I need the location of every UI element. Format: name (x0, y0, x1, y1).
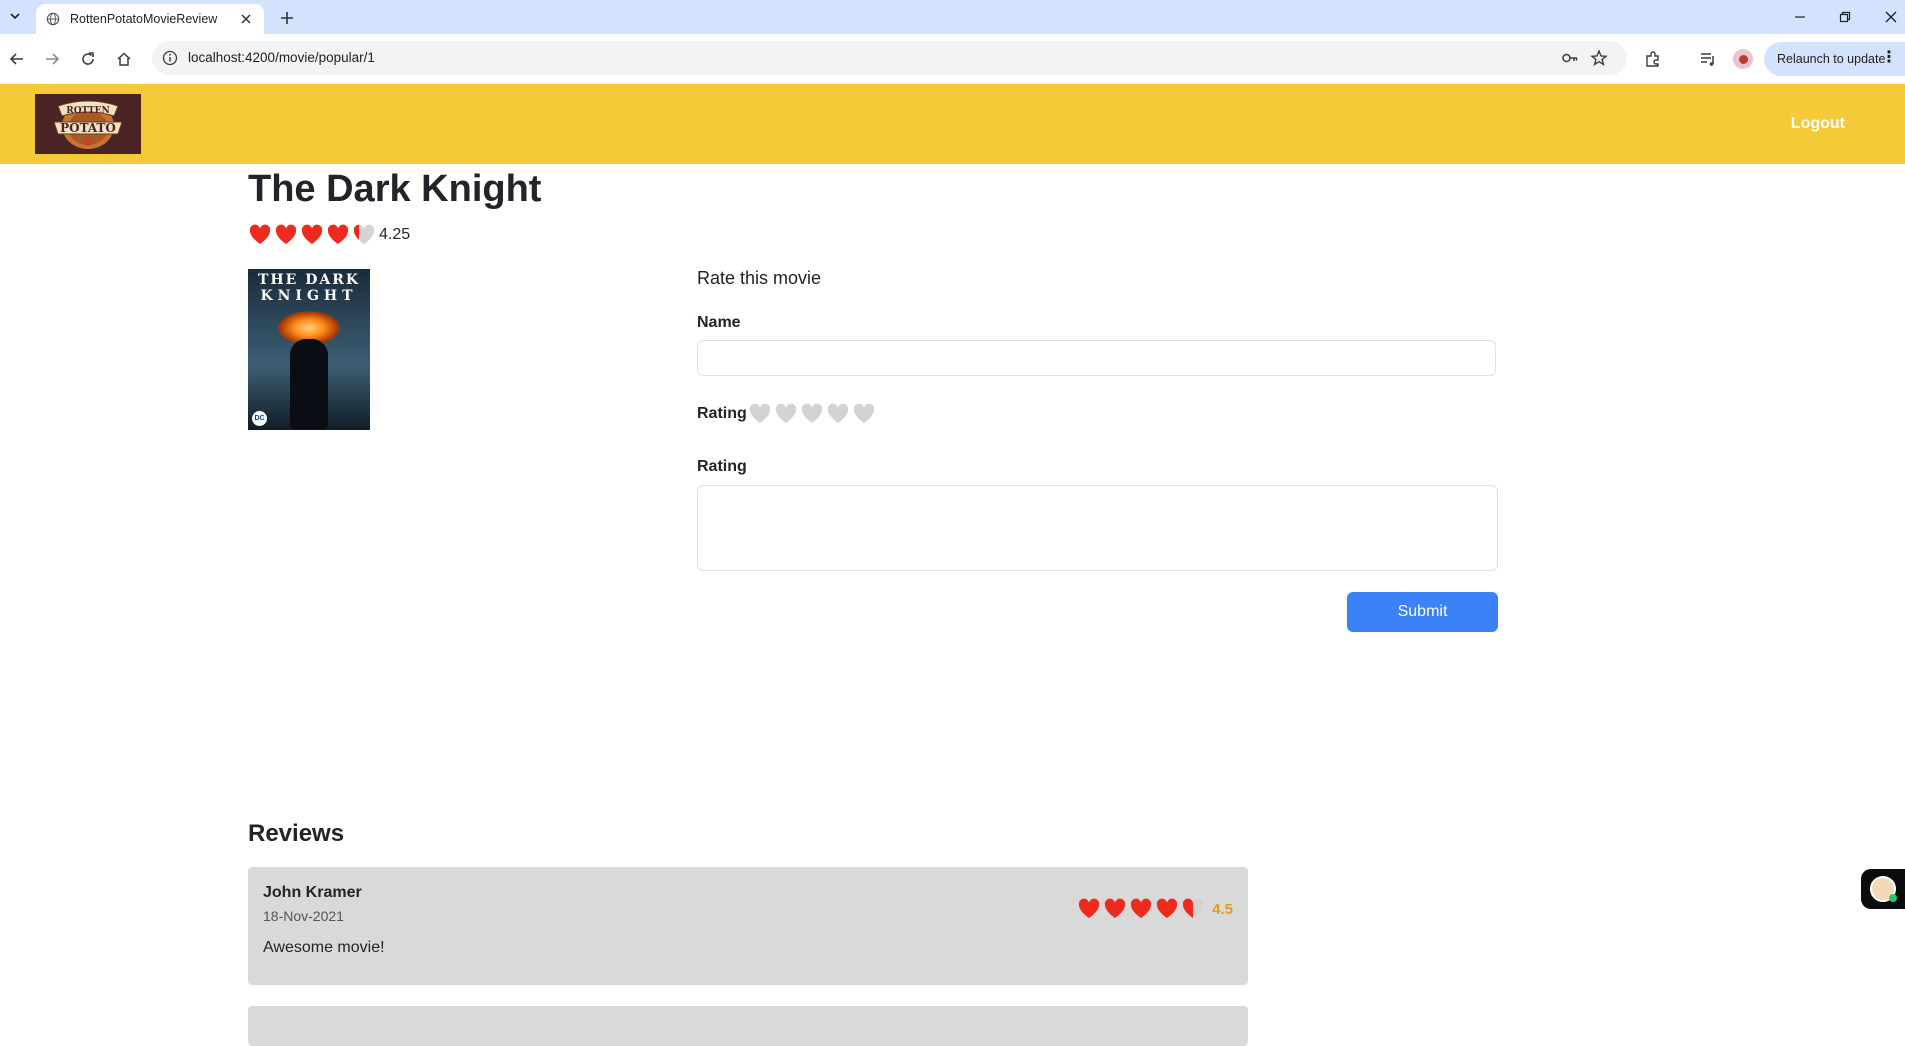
review-rating-hearts (1076, 897, 1206, 921)
reviewer-name: John Kramer (263, 884, 362, 901)
heart-icon[interactable] (851, 402, 877, 426)
more-menu-icon[interactable]: ⋮ (1881, 50, 1897, 66)
close-tab-icon[interactable] (236, 9, 256, 29)
review-card: John Kramer 18-Nov-2021 Awesome movie! 4… (248, 867, 1248, 985)
browser-toolbar: localhost:4200/movie/popular/1 Relaunch … (0, 34, 1905, 84)
name-input[interactable] (697, 340, 1496, 376)
assistant-avatar-icon (1870, 876, 1897, 902)
tab-title: RottenPotatoMovieReview (70, 12, 218, 26)
poster-title-line2: KNIGHT (260, 288, 358, 304)
review-textarea[interactable] (697, 485, 1498, 571)
review-label: Rating (697, 458, 747, 475)
extensions-puzzle-icon[interactable] (1642, 48, 1664, 70)
average-rating-hearts (247, 223, 377, 247)
restore-window-icon[interactable] (1835, 8, 1855, 26)
relaunch-to-update-button[interactable]: Relaunch to update ⋮ (1764, 42, 1905, 76)
close-window-icon[interactable] (1881, 8, 1901, 26)
rating-input-row: Rating (697, 402, 877, 426)
relaunch-label: Relaunch to update (1777, 52, 1886, 66)
globe-icon (46, 12, 60, 26)
potato-logo-icon: ROTTEN POTATO (53, 100, 123, 149)
heart-icon (1156, 898, 1178, 918)
poster-figure (290, 339, 328, 429)
heart-icon[interactable] (825, 402, 851, 426)
forward-arrow-icon[interactable] (38, 45, 66, 73)
heart-icon (1182, 898, 1204, 918)
name-label: Name (697, 314, 741, 331)
back-arrow-icon[interactable] (3, 45, 31, 73)
floating-assistant-button[interactable] (1861, 869, 1905, 909)
average-rating-value: 4.25 (379, 226, 411, 243)
bookmark-star-icon[interactable] (1590, 49, 1608, 67)
heart-icon[interactable] (747, 402, 773, 426)
review-card (248, 1006, 1248, 1046)
heart-icon (275, 224, 297, 244)
new-tab-plus-icon[interactable] (276, 7, 298, 29)
svg-text:ROTTEN: ROTTEN (66, 106, 109, 116)
reviews-heading: Reviews (248, 820, 345, 847)
svg-text:POTATO: POTATO (60, 121, 116, 135)
heart-icon[interactable] (799, 402, 825, 426)
password-key-icon[interactable] (1561, 49, 1579, 67)
review-rating: 4.5 (1076, 897, 1233, 921)
url-text: localhost:4200/movie/popular/1 (188, 50, 375, 65)
heart-icon (301, 224, 323, 244)
app-navbar: ROTTEN POTATO Logout (0, 84, 1905, 164)
minimize-window-icon[interactable] (1790, 8, 1810, 26)
site-info-icon[interactable] (162, 50, 178, 66)
heart-icon[interactable] (773, 402, 799, 426)
movie-poster: THE DARK KNIGHT DC (248, 269, 370, 430)
rating-label: Rating (697, 405, 747, 422)
heart-icon (353, 224, 375, 244)
average-rating: 4.25 (247, 223, 410, 247)
dc-logo-icon: DC (252, 411, 267, 426)
browser-tab-strip: RottenPotatoMovieReview (0, 0, 1905, 34)
review-text: Awesome movie! (263, 939, 385, 956)
heart-icon (249, 224, 271, 244)
review-score: 4.5 (1212, 900, 1233, 918)
poster-title-line1: THE DARK (258, 272, 360, 288)
media-control-icon[interactable] (1697, 48, 1719, 70)
heart-icon (327, 224, 349, 244)
logout-link[interactable]: Logout (1791, 115, 1845, 133)
address-bar[interactable]: localhost:4200/movie/popular/1 (152, 41, 1627, 75)
review-date: 18-Nov-2021 (263, 908, 344, 924)
rate-this-movie-heading: Rate this movie (697, 268, 822, 288)
heart-icon (1130, 898, 1152, 918)
reload-icon[interactable] (74, 45, 102, 73)
rating-heart-selector[interactable] (747, 402, 877, 426)
heart-icon (1078, 898, 1100, 918)
browser-tab-active[interactable]: RottenPotatoMovieReview (36, 4, 264, 34)
tab-search-chevron-icon[interactable] (3, 4, 27, 28)
rotten-potato-logo[interactable]: ROTTEN POTATO (35, 94, 141, 154)
movie-title: The Dark Knight (248, 168, 542, 210)
home-icon[interactable] (110, 45, 138, 73)
profile-avatar[interactable] (1733, 49, 1753, 69)
submit-button[interactable]: Submit (1347, 592, 1498, 632)
heart-icon (1104, 898, 1126, 918)
